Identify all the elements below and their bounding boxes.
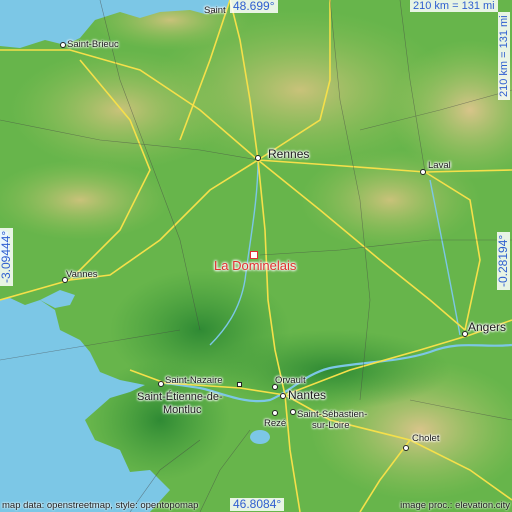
city-label-saint-nazaire: Saint-Nazaire xyxy=(165,375,223,386)
city-label-reze: Rezé xyxy=(264,418,287,429)
city-label-angers: Angers xyxy=(468,320,507,334)
scale-horizontal: 210 km = 131 mi xyxy=(410,0,498,12)
city-label-saint-sebastien-2: sur-Loire xyxy=(312,420,350,431)
city-label-saint-etienne-2: Montluc xyxy=(163,404,202,416)
city-label-cholet: Cholet xyxy=(412,433,440,444)
city-dot-reze xyxy=(272,410,278,416)
scale-vertical: 210 km = 131 mi xyxy=(498,12,510,100)
city-label-rennes: Rennes xyxy=(268,147,310,161)
city-label-saint-malo: Saint xyxy=(204,5,226,16)
city-dot-laval xyxy=(420,169,426,175)
city-dot-saint-brieuc xyxy=(60,42,66,48)
city-dot-cholet xyxy=(403,445,409,451)
city-label-nantes: Nantes xyxy=(288,388,327,402)
coord-bottom-latitude: 46.8084° xyxy=(230,498,285,511)
coord-left-longitude: -3.09444° xyxy=(0,227,13,286)
attribution-image-proc: image proc.: elevation.city xyxy=(400,500,510,511)
city-label-laval: Laval xyxy=(428,160,451,171)
city-dot-saint-etienne xyxy=(237,382,242,387)
coord-top-latitude: 48.699° xyxy=(230,0,278,13)
city-dot-saint-sebastien xyxy=(290,409,296,415)
city-dot-nantes xyxy=(280,393,286,399)
city-label-saint-etienne-1: Saint-Étienne-de- xyxy=(137,391,223,403)
city-dot-rennes xyxy=(255,155,261,161)
lake-grand-lieu xyxy=(250,430,270,444)
coord-right-longitude: -0.28194° xyxy=(496,231,510,290)
city-label-saint-brieuc: Saint-Brieuc xyxy=(67,39,119,50)
city-label-orvault: Orvault xyxy=(275,375,306,386)
city-label-vannes: Vannes xyxy=(66,269,98,280)
place-label: La Dominelais xyxy=(214,258,297,273)
map-view[interactable]: Saint Saint-Brieuc Rennes Laval Vannes A… xyxy=(0,0,512,512)
highland-northwest xyxy=(10,50,230,170)
city-dot-saint-nazaire xyxy=(158,381,164,387)
attribution-map-data: map data: openstreetmap, style: opentopo… xyxy=(2,500,199,511)
city-label-saint-sebastien-1: Saint-Sébastien- xyxy=(297,409,368,420)
